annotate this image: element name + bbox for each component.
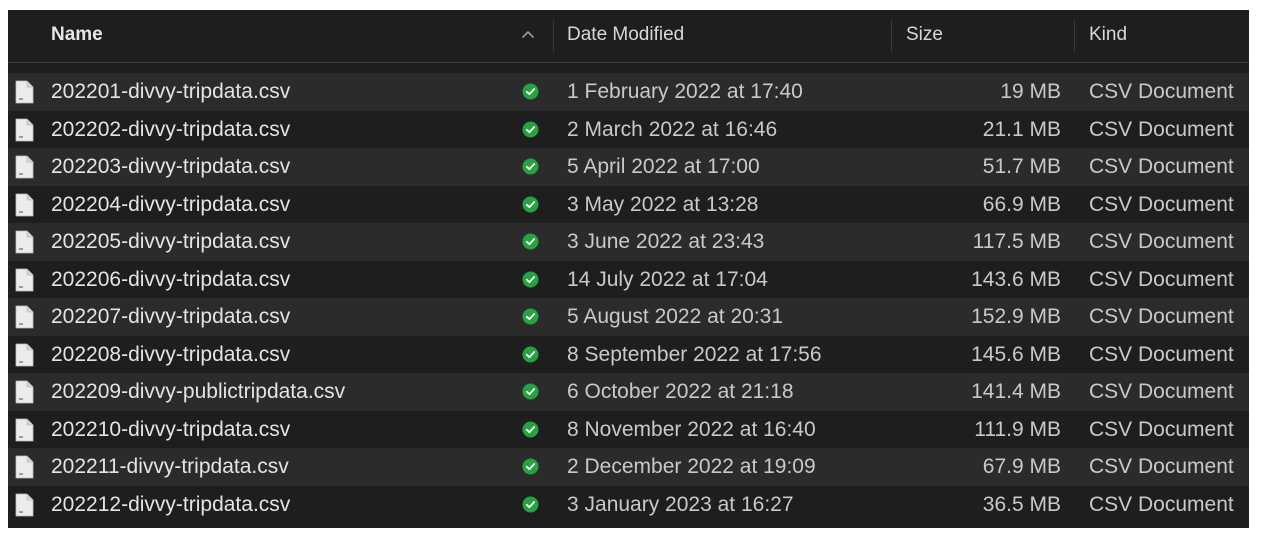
csv-file-icon: [15, 155, 34, 179]
file-name: 202206-divvy-tripdata.csv: [51, 267, 291, 291]
file-name: 202207-divvy-tripdata.csv: [51, 305, 291, 328]
csv-file-icon: [15, 230, 34, 254]
file-name: 202209-divvy-publictripdata.csv: [51, 380, 346, 403]
file-date-modified: 3 June 2022 at 23:43: [567, 230, 765, 253]
file-date-modified: 5 August 2022 at 20:31: [567, 305, 784, 328]
file-size: 36.5 MB: [982, 492, 1061, 516]
file-row[interactable]: 202212-divvy-tripdata.csv 3 January 2023…: [8, 486, 1249, 524]
checkmark-icon: [522, 158, 539, 175]
file-row[interactable]: 202210-divvy-tripdata.csv 8 November 202…: [8, 411, 1249, 449]
file-size: 152.9 MB: [971, 305, 1061, 328]
file-date-modified: 2 March 2022 at 16:46: [567, 117, 778, 141]
file-row[interactable]: 202206-divvy-tripdata.csv 14 July 2022 a…: [8, 261, 1249, 299]
checkmark-icon: [522, 121, 539, 137]
csv-file-icon: [15, 455, 34, 479]
column-divider[interactable]: [1074, 20, 1075, 52]
file-row[interactable]: 202205-divvy-tripdata.csv 3 June 2022 at…: [8, 223, 1249, 261]
file-kind: CSV Document: [1089, 192, 1234, 216]
file-date-modified: 8 November 2022 at 16:40: [567, 417, 816, 441]
file-date-modified: 3 January 2023 at 16:27: [567, 492, 794, 516]
file-size: 145.6 MB: [971, 342, 1061, 366]
file-size: 21.1 MB: [982, 117, 1061, 141]
file-date-modified: 6 October 2022 at 21:18: [567, 380, 794, 403]
file-name: 202201-divvy-tripdata.csv: [51, 80, 291, 103]
finder-list-view: Name Date Modified Size Kind 202201-divv…: [8, 10, 1249, 528]
csv-file-icon: [15, 418, 34, 441]
file-name: 202212-divvy-tripdata.csv: [51, 492, 291, 516]
checkmark-icon: [522, 496, 539, 512]
column-header-bar: Name Date Modified Size Kind: [8, 10, 1249, 63]
column-divider[interactable]: [891, 20, 892, 52]
file-row[interactable]: 202209-divvy-publictripdata.csv 6 Octobe…: [8, 373, 1249, 411]
file-row[interactable]: 202201-divvy-tripdata.csv 1 February 202…: [8, 73, 1249, 111]
csv-file-icon: [15, 80, 34, 104]
file-size: 19 MB: [1000, 80, 1061, 103]
file-kind: CSV Document: [1089, 230, 1234, 253]
file-row[interactable]: 202207-divvy-tripdata.csv 5 August 2022 …: [8, 298, 1249, 336]
file-size: 67.9 MB: [982, 455, 1061, 478]
checkmark-icon: [522, 458, 539, 475]
checkmark-icon: [522, 196, 539, 212]
file-kind: CSV Document: [1089, 492, 1234, 516]
file-size: 51.7 MB: [982, 155, 1061, 178]
csv-file-icon: [15, 343, 34, 366]
file-row[interactable]: 202203-divvy-tripdata.csv 5 April 2022 a…: [8, 148, 1249, 186]
file-size: 141.4 MB: [971, 380, 1061, 403]
file-row[interactable]: 202211-divvy-tripdata.csv 2 December 202…: [8, 448, 1249, 486]
file-date-modified: 5 April 2022 at 17:00: [567, 155, 760, 178]
csv-file-icon: [15, 305, 34, 329]
file-name: 202208-divvy-tripdata.csv: [51, 342, 291, 366]
file-kind: CSV Document: [1089, 455, 1234, 478]
file-kind: CSV Document: [1089, 155, 1234, 178]
file-kind: CSV Document: [1089, 417, 1234, 441]
csv-file-icon: [15, 118, 34, 141]
file-size: 66.9 MB: [982, 192, 1061, 216]
file-size: 111.9 MB: [974, 417, 1061, 441]
file-date-modified: 8 September 2022 at 17:56: [567, 342, 822, 366]
file-name: 202203-divvy-tripdata.csv: [51, 155, 291, 178]
chevron-up-icon[interactable]: [520, 27, 536, 43]
file-name: 202205-divvy-tripdata.csv: [51, 230, 291, 253]
file-kind: CSV Document: [1089, 117, 1234, 141]
file-kind: CSV Document: [1089, 342, 1234, 366]
csv-file-icon: [15, 380, 34, 404]
checkmark-icon: [522, 383, 539, 400]
csv-file-icon: [15, 493, 34, 516]
file-date-modified: 14 July 2022 at 17:04: [567, 267, 768, 291]
file-name: 202204-divvy-tripdata.csv: [51, 192, 291, 216]
file-row[interactable]: 202202-divvy-tripdata.csv 2 March 2022 a…: [8, 111, 1249, 149]
column-header-name[interactable]: Name: [51, 10, 103, 62]
file-kind: CSV Document: [1089, 380, 1234, 403]
file-size: 143.6 MB: [971, 267, 1061, 291]
file-date-modified: 1 February 2022 at 17:40: [567, 80, 803, 103]
csv-file-icon: [15, 193, 34, 216]
checkmark-icon: [522, 233, 539, 250]
checkmark-icon: [522, 421, 539, 437]
file-date-modified: 2 December 2022 at 19:09: [567, 455, 816, 478]
checkmark-icon: [522, 83, 539, 100]
column-header-date-modified[interactable]: Date Modified: [567, 10, 684, 62]
file-kind: CSV Document: [1089, 305, 1234, 328]
file-row[interactable]: 202208-divvy-tripdata.csv 8 September 20…: [8, 336, 1249, 374]
file-name: 202210-divvy-tripdata.csv: [51, 417, 291, 441]
file-size: 117.5 MB: [972, 230, 1061, 253]
column-divider[interactable]: [553, 20, 554, 52]
csv-file-icon: [15, 268, 34, 291]
file-kind: CSV Document: [1089, 267, 1234, 291]
file-kind: CSV Document: [1089, 80, 1234, 103]
file-list: 202201-divvy-tripdata.csv 1 February 202…: [8, 73, 1249, 523]
file-row[interactable]: 202204-divvy-tripdata.csv 3 May 2022 at …: [8, 186, 1249, 224]
checkmark-icon: [522, 346, 539, 362]
file-date-modified: 3 May 2022 at 13:28: [567, 192, 759, 216]
column-header-kind[interactable]: Kind: [1089, 10, 1127, 62]
column-header-size[interactable]: Size: [906, 10, 943, 62]
checkmark-icon: [522, 271, 539, 287]
file-name: 202202-divvy-tripdata.csv: [51, 117, 291, 141]
checkmark-icon: [522, 308, 539, 325]
file-name: 202211-divvy-tripdata.csv: [51, 455, 289, 478]
